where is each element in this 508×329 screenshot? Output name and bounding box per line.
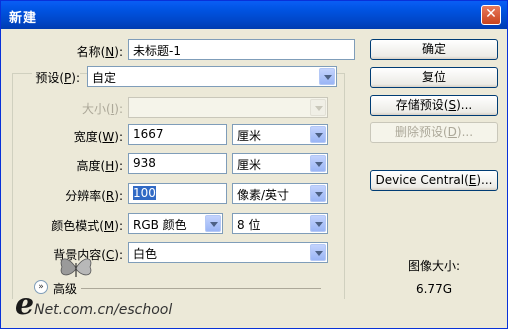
bit-depth-select[interactable]: 8 位 [232, 213, 328, 234]
width-unit-select[interactable]: 厘米 [232, 124, 328, 145]
watermark-logo: eNet.com.cn/eschool [15, 287, 173, 322]
dropdown-arrow-icon [310, 155, 326, 172]
width-label: 宽度(W): [73, 130, 123, 144]
background-select[interactable]: 白色 [128, 242, 328, 263]
new-document-dialog: 新建 ✕ 名称(N): 未标题-1 预设(P): 自定 大小(I): 宽度(W)… [0, 0, 508, 329]
height-unit-select[interactable]: 厘米 [232, 153, 328, 174]
image-size-value: 6.77G [415, 282, 453, 296]
preset-select[interactable]: 自定 [87, 66, 337, 87]
dropdown-arrow-icon [319, 68, 335, 85]
width-input[interactable]: 1667 [128, 124, 227, 145]
ok-button[interactable]: 确定 [370, 39, 498, 60]
device-central-button[interactable]: Device Central(E)... [370, 170, 498, 191]
dropdown-arrow-icon [310, 244, 326, 261]
color-mode-select[interactable]: RGB 颜色 [128, 213, 223, 234]
close-icon: ✕ [485, 6, 497, 22]
delete-preset-button: 删除预设(D)... [370, 122, 498, 143]
save-preset-button[interactable]: 存储预设(S)... [370, 95, 498, 116]
color-mode-label: 颜色模式(M): [51, 219, 123, 233]
height-input[interactable]: 938 [128, 153, 227, 174]
height-label: 高度(H): [76, 159, 123, 173]
dropdown-arrow-icon [205, 215, 221, 232]
image-size-label: 图像大小: [407, 259, 461, 273]
name-label: 名称(N): [76, 45, 123, 59]
title-bar[interactable]: 新建 ✕ [1, 1, 507, 29]
dropdown-arrow-icon [310, 185, 326, 202]
dropdown-arrow-icon [310, 99, 326, 116]
resolution-label: 分辨率(R): [65, 189, 123, 203]
reset-button[interactable]: 复位 [370, 67, 498, 88]
size-select [128, 97, 328, 118]
dropdown-arrow-icon [310, 215, 326, 232]
resolution-unit-select[interactable]: 像素/英寸 [232, 183, 328, 204]
butterfly-logo-icon [60, 258, 92, 277]
resolution-input[interactable]: 100 [128, 183, 227, 204]
name-input[interactable]: 未标题-1 [128, 39, 355, 60]
close-button[interactable]: ✕ [481, 5, 501, 25]
dropdown-arrow-icon [310, 126, 326, 143]
dialog-title: 新建 [9, 11, 38, 26]
preset-label: 预设(P): [32, 69, 80, 86]
size-label: 大小(I): [82, 102, 123, 116]
